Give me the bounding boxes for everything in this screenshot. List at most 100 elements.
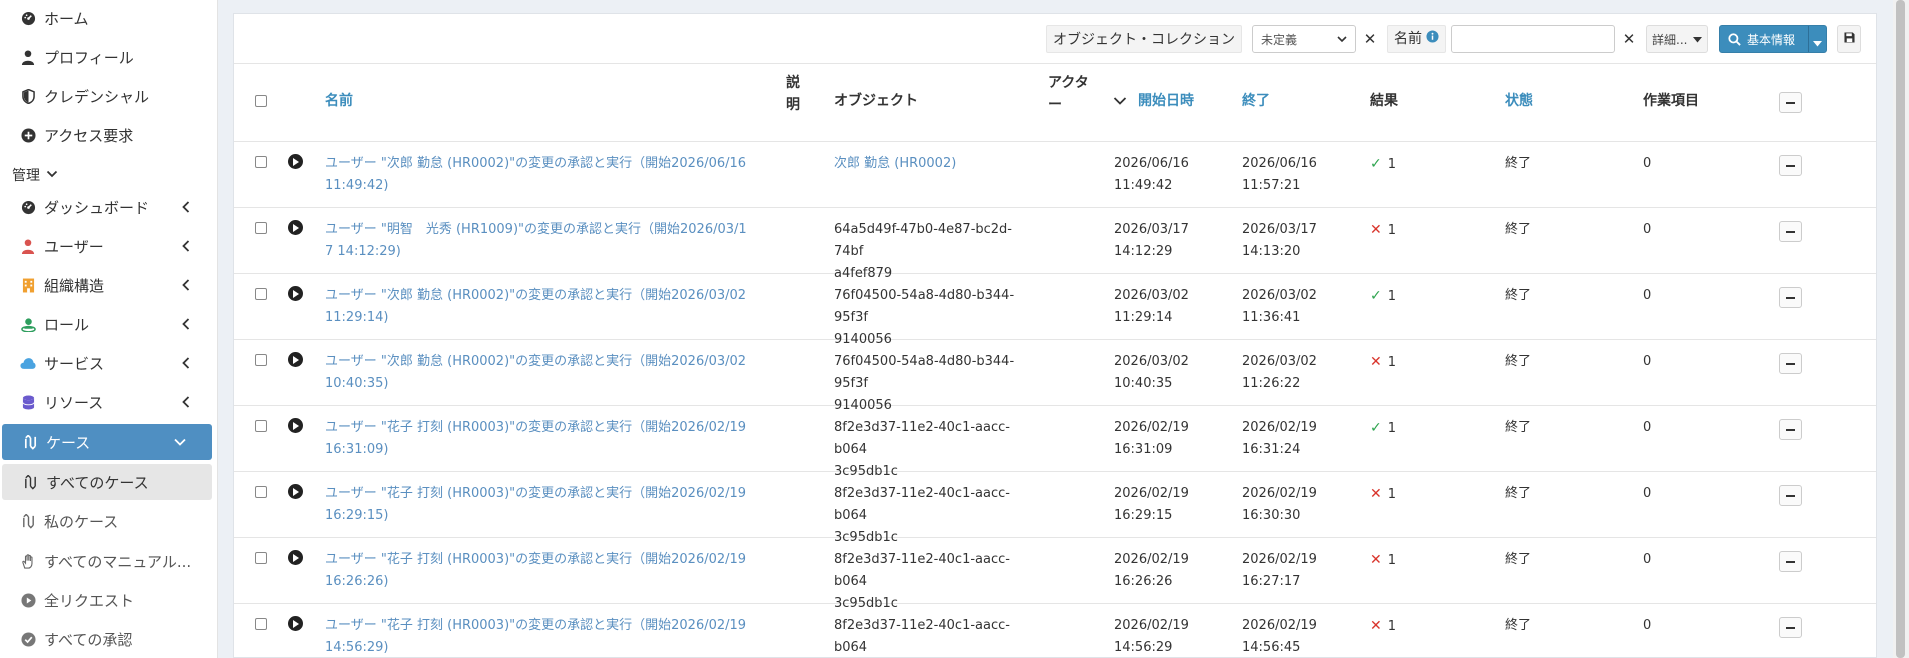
play-circle-icon[interactable] <box>288 352 303 367</box>
sort-descending-icon[interactable] <box>1113 95 1127 110</box>
column-name-header[interactable]: 名前 <box>325 91 353 111</box>
sidebar-item-profile[interactable]: プロフィール <box>0 40 218 74</box>
sidebar-item-access-request[interactable]: アクセス要求 <box>0 118 218 152</box>
sidebar-item-roles[interactable]: ロール <box>0 307 218 341</box>
case-object-line1: 8f2e3d37-11e2-40c1-aacc-b064 <box>834 618 1010 655</box>
plus-circle-icon <box>20 127 36 143</box>
row-action-button[interactable] <box>1779 221 1802 242</box>
sidebar-item-all-manual[interactable]: すべてのマニュアル... <box>0 543 218 579</box>
case-result: ✓ 1 <box>1370 153 1396 176</box>
row-action-button[interactable] <box>1779 155 1802 176</box>
save-icon <box>1843 32 1855 46</box>
row-checkbox[interactable] <box>255 222 267 234</box>
row-checkbox[interactable] <box>255 288 267 300</box>
clear-object-collection-icon[interactable]: ✕ <box>1360 27 1380 51</box>
case-start-date: 2026/02/19 <box>1114 618 1189 633</box>
row-checkbox[interactable] <box>255 618 267 630</box>
row-action-button[interactable] <box>1779 353 1802 374</box>
object-collection-select[interactable]: 未定義 <box>1252 25 1356 53</box>
sidebar-item-label: すべてのマニュアル... <box>44 552 192 571</box>
more-filters-label: 詳細... <box>1652 32 1688 47</box>
split-divider <box>1808 26 1809 52</box>
cases-icon <box>20 513 36 529</box>
row-action-button[interactable] <box>1779 287 1802 308</box>
sidebar-item-label: ダッシュボード <box>44 198 150 217</box>
case-name-link[interactable]: ユーザー "花子 打刻 (HR0003)"の変更の承認と実行（開始2026/02… <box>325 417 765 461</box>
row-action-button[interactable] <box>1779 617 1802 638</box>
database-icon <box>20 394 36 410</box>
sidebar-item-all-requests[interactable]: 全リクエスト <box>0 582 218 618</box>
cases-icon <box>22 434 38 450</box>
page-scrollbar-thumb[interactable] <box>1896 0 1905 658</box>
sidebar-item-label: 私のケース <box>44 512 119 531</box>
column-end-header[interactable]: 終了 <box>1242 91 1270 111</box>
case-end-date: 2026/03/02 <box>1242 354 1317 369</box>
column-state-header[interactable]: 状態 <box>1505 91 1533 111</box>
case-start-clock: 14:56:29 <box>1114 640 1173 655</box>
play-circle-icon[interactable] <box>288 550 303 565</box>
case-name-link[interactable]: ユーザー "花子 打刻 (HR0003)"の変更の承認と実行（開始2026/02… <box>325 483 765 527</box>
row-checkbox[interactable] <box>255 552 267 564</box>
cross-icon: ✕ <box>1370 222 1382 238</box>
result-count: 1 <box>1387 553 1397 568</box>
case-name-link[interactable]: ユーザー "明智 光秀 (HR1009)"の変更の承認と実行（開始2026/03… <box>325 219 765 263</box>
clear-name-icon[interactable]: ✕ <box>1619 27 1639 51</box>
case-start-date: 2026/03/02 <box>1114 288 1189 303</box>
sidebar-item-all-approvals[interactable]: すべての承認 <box>0 621 218 657</box>
play-circle-icon[interactable] <box>288 484 303 499</box>
basic-info-search-button[interactable]: 基本情報 <box>1719 25 1827 53</box>
case-name-link[interactable]: ユーザー "花子 打刻 (HR0003)"の変更の承認と実行（開始2026/02… <box>325 549 765 593</box>
caret-down-icon[interactable] <box>1813 36 1822 50</box>
sidebar-item-services[interactable]: サービス <box>0 346 218 380</box>
sidebar-item-cases[interactable]: ケース <box>2 424 212 460</box>
row-checkbox[interactable] <box>255 354 267 366</box>
case-name-link[interactable]: ユーザー "次郎 勤怠 (HR0002)"の変更の承認と実行（開始2026/06… <box>325 153 765 197</box>
case-name-link[interactable]: ユーザー "次郎 勤怠 (HR0002)"の変更の承認と実行（開始2026/03… <box>325 285 765 329</box>
more-filters-dropdown[interactable]: 詳細... <box>1646 25 1708 53</box>
building-icon <box>20 277 36 293</box>
play-circle-icon[interactable] <box>288 616 303 631</box>
case-name-link[interactable]: ユーザー "次郎 勤怠 (HR0002)"の変更の承認と実行（開始2026/03… <box>325 351 765 395</box>
case-start-date: 2026/02/19 <box>1114 420 1189 435</box>
sidebar-item-label: 組織構造 <box>44 276 105 295</box>
case-end-clock: 11:36:41 <box>1242 310 1301 325</box>
sidebar-item-credentials[interactable]: クレデンシャル <box>0 79 218 113</box>
info-icon[interactable] <box>1426 25 1439 53</box>
case-work-items: 0 <box>1643 222 1652 237</box>
column-settings-button[interactable] <box>1779 92 1802 113</box>
play-circle-icon[interactable] <box>288 220 303 235</box>
case-object[interactable]: 次郎 勤怠 (HR0002) <box>834 153 1034 175</box>
row-action-button[interactable] <box>1779 419 1802 440</box>
play-circle-icon[interactable] <box>288 418 303 433</box>
case-name-line2: 16:26:26) <box>325 574 389 589</box>
case-start-date: 2026/02/19 <box>1114 552 1189 567</box>
play-circle-icon[interactable] <box>288 286 303 301</box>
play-circle-icon[interactable] <box>288 154 303 169</box>
case-name-line1: ユーザー "花子 打刻 (HR0003)"の変更の承認と実行（開始2026/02… <box>325 420 747 435</box>
sidebar-item-dashboard[interactable]: ダッシュボード <box>0 190 218 224</box>
sidebar-item-org-structure[interactable]: 組織構造 <box>0 268 218 302</box>
save-search-button[interactable] <box>1837 25 1861 53</box>
row-action-button[interactable] <box>1779 485 1802 506</box>
sidebar-item-resources[interactable]: リソース <box>0 385 218 419</box>
sidebar-item-my-cases[interactable]: 私のケース <box>0 503 218 539</box>
sidebar-item-home[interactable]: ホーム <box>0 1 218 35</box>
row-checkbox[interactable] <box>255 420 267 432</box>
hand-icon <box>20 553 36 569</box>
case-name-link[interactable]: ユーザー "花子 打刻 (HR0003)"の変更の承認と実行（開始2026/02… <box>325 615 765 658</box>
column-start-header[interactable]: 開始日時 <box>1138 91 1194 111</box>
sidebar-item-users[interactable]: ユーザー <box>0 229 218 263</box>
case-object-line1: 64a5d49f-47b0-4e87-bc2d-74bf <box>834 222 1013 259</box>
sidebar-item-all-cases[interactable]: すべてのケース <box>2 464 212 500</box>
select-all-checkbox[interactable] <box>255 95 267 107</box>
case-state: 終了 <box>1505 420 1532 435</box>
row-checkbox[interactable] <box>255 486 267 498</box>
row-checkbox[interactable] <box>255 156 267 168</box>
case-work-items: 0 <box>1643 354 1652 369</box>
case-start-time: 2026/03/17 14:12:29 <box>1114 219 1189 263</box>
admin-section-header[interactable]: 管理 <box>12 165 58 185</box>
row-action-button[interactable] <box>1779 551 1802 572</box>
table-row: ユーザー "次郎 勤怠 (HR0002)"の変更の承認と実行（開始2026/06… <box>234 142 1876 208</box>
case-name-line1: ユーザー "花子 打刻 (HR0003)"の変更の承認と実行（開始2026/02… <box>325 552 747 567</box>
name-search-input[interactable] <box>1451 25 1615 53</box>
